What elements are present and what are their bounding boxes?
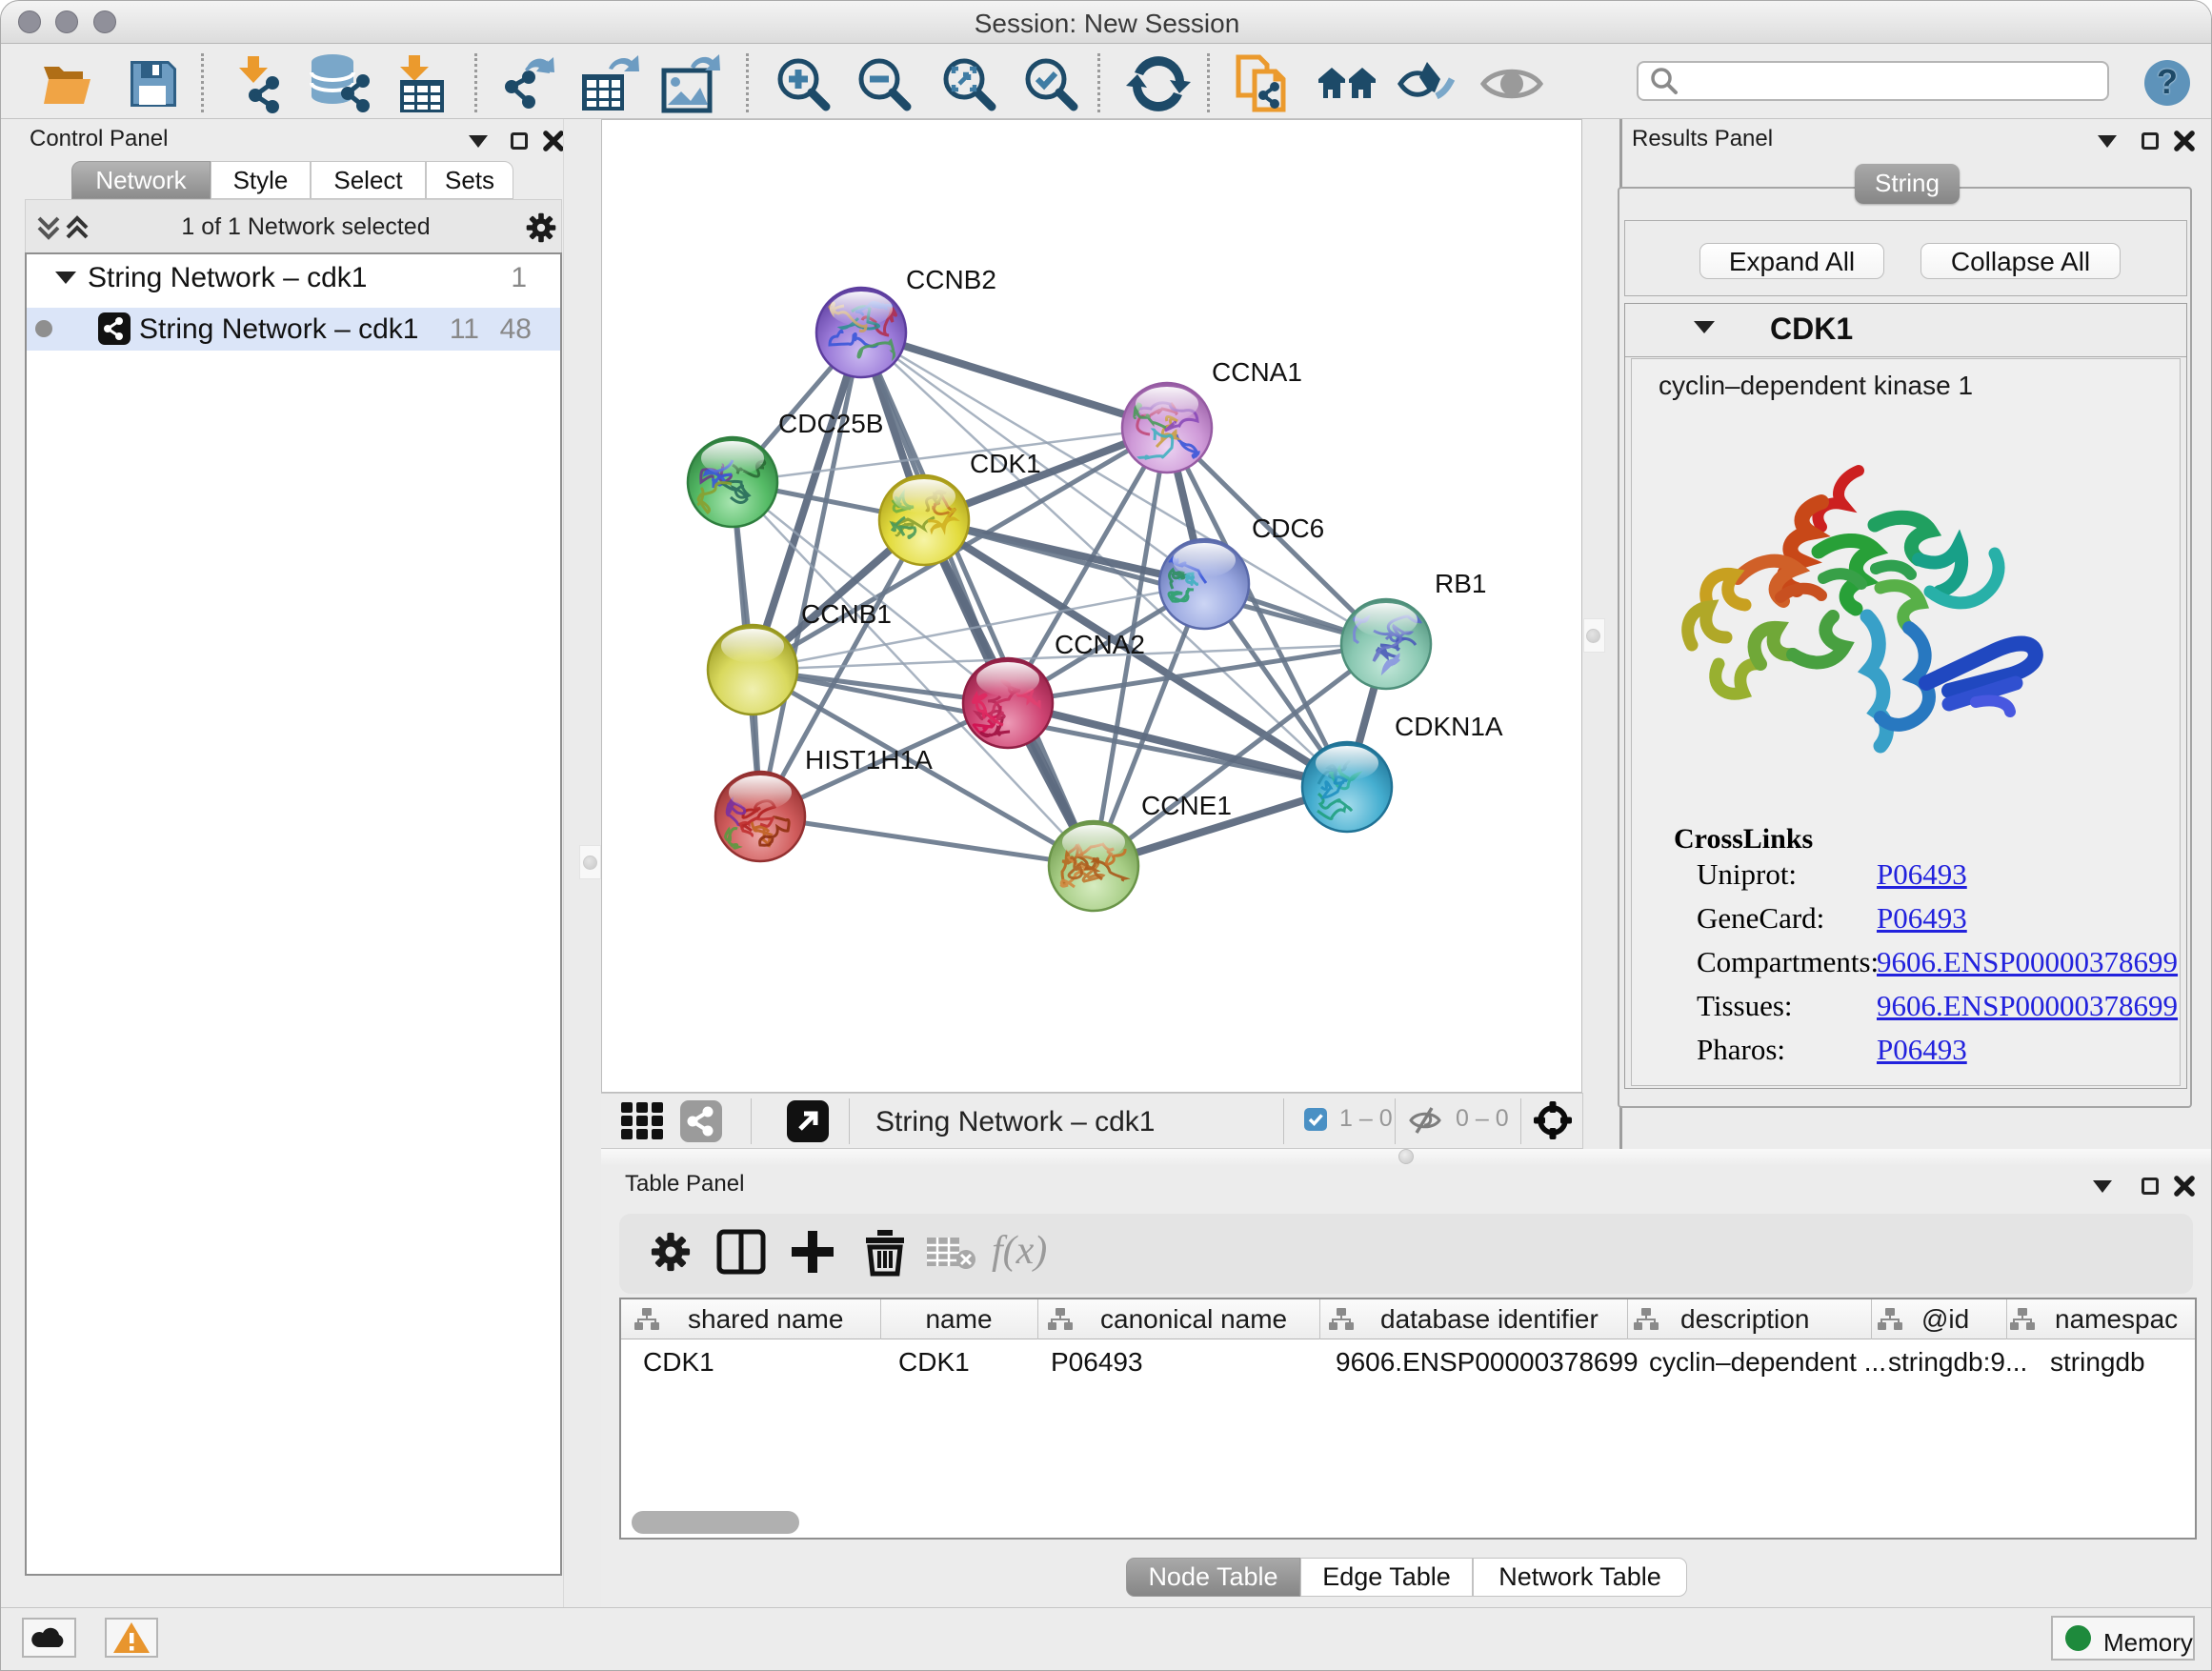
svg-text:RB1: RB1 xyxy=(1435,569,1486,598)
svg-text:CCNA1: CCNA1 xyxy=(1212,357,1302,387)
svg-text:CDC6: CDC6 xyxy=(1252,513,1324,543)
svg-text:CCNB2: CCNB2 xyxy=(906,265,996,294)
svg-text:HIST1H1A: HIST1H1A xyxy=(805,745,933,775)
svg-text:CCNA2: CCNA2 xyxy=(1055,630,1145,659)
svg-text:CDKN1A: CDKN1A xyxy=(1395,712,1503,741)
svg-text:CCNE1: CCNE1 xyxy=(1141,791,1232,820)
svg-text:CDK1: CDK1 xyxy=(970,449,1041,478)
svg-text:CDC25B: CDC25B xyxy=(778,409,883,438)
svg-text:CCNB1: CCNB1 xyxy=(801,599,892,629)
